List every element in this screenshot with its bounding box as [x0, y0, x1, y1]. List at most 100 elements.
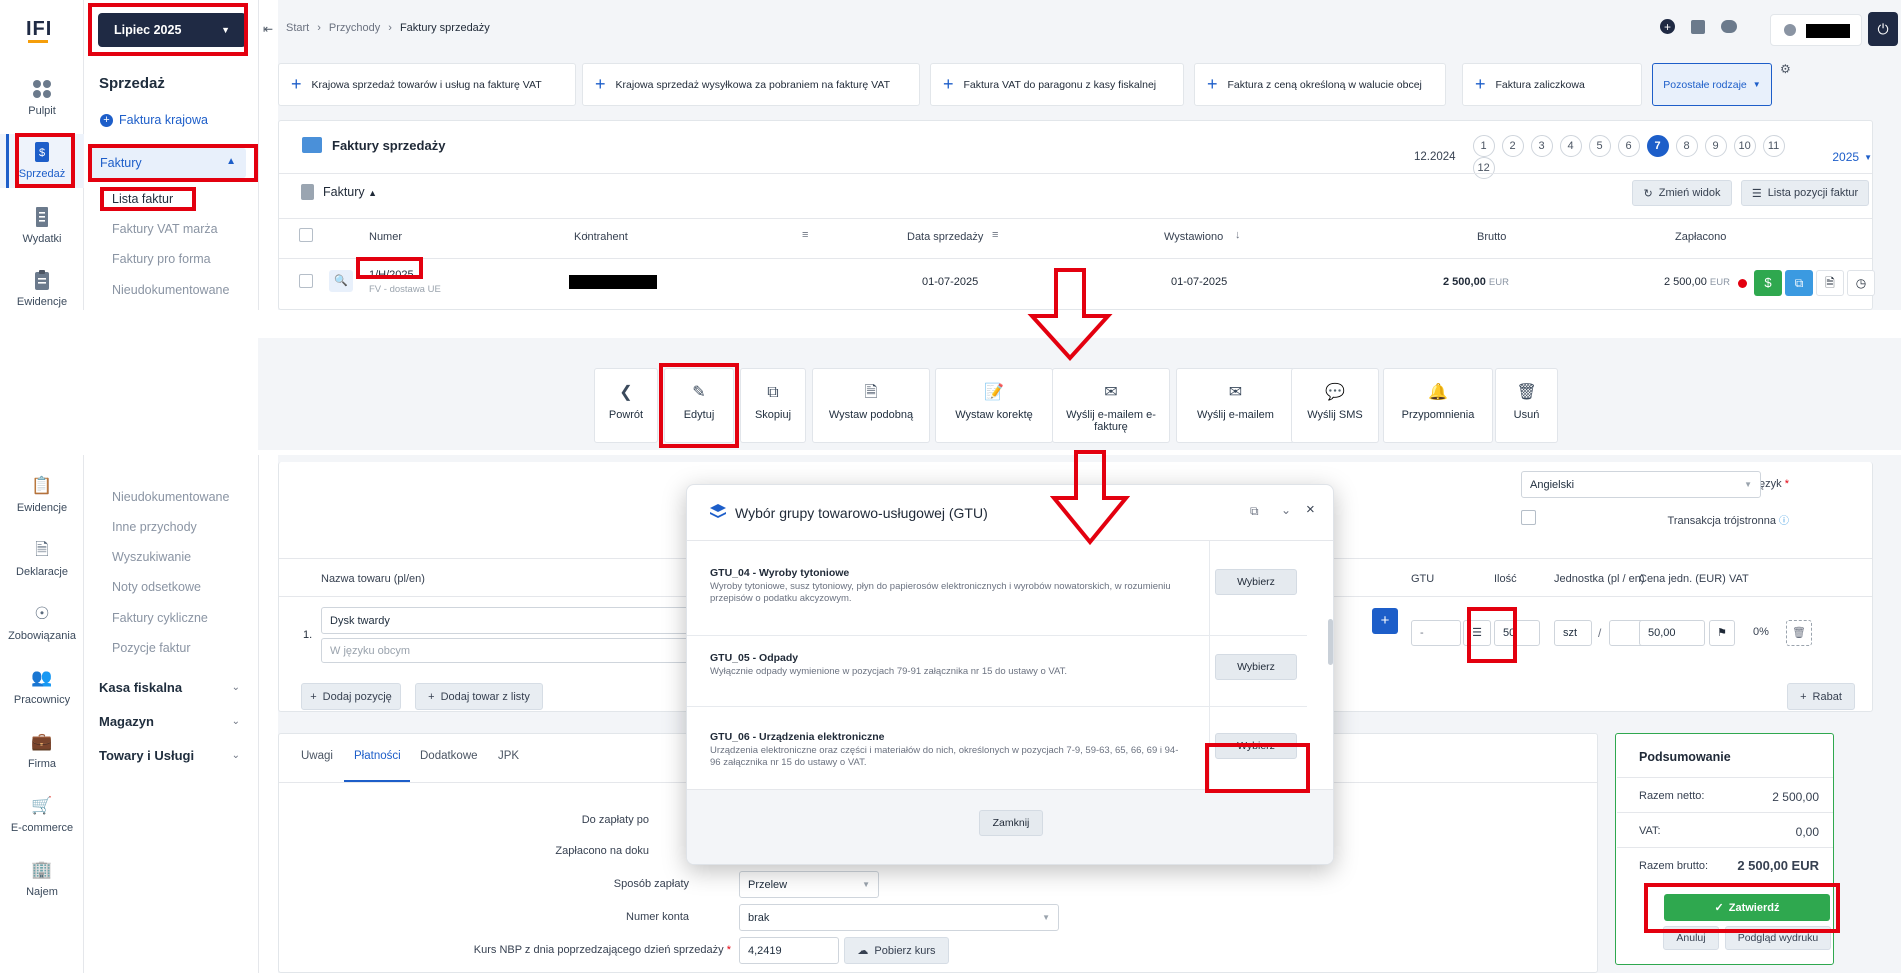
close-icon[interactable]: × — [1306, 501, 1315, 518]
action-bell-button[interactable]: 🔔 Przypomnienia — [1383, 368, 1493, 443]
chevron-down-icon[interactable]: ⌄ — [1281, 503, 1291, 517]
gtu-select[interactable]: - — [1411, 620, 1461, 646]
price-input[interactable]: 50,00 — [1639, 620, 1705, 646]
quick-add-button[interactable]: + Faktura z ceną określoną w walucie obce… — [1194, 63, 1446, 106]
month-page-1[interactable]: 1 — [1472, 135, 1495, 157]
collapse-sidebar-icon[interactable]: ⇤ — [263, 22, 273, 36]
select-all-checkbox[interactable] — [299, 228, 313, 242]
menu-item-lista-faktur[interactable]: Lista faktur — [112, 192, 173, 206]
unit-input[interactable]: szt — [1554, 620, 1592, 646]
menu-section-faktury[interactable]: Faktury ▲ — [90, 148, 246, 178]
filter-icon[interactable]: ≡ — [802, 229, 808, 241]
gtu-list-button[interactable]: ☰ — [1463, 620, 1491, 646]
preview-search-icon[interactable]: 🔍 — [329, 270, 353, 292]
language-select[interactable]: Angielski ▼ — [1521, 471, 1761, 498]
discount-button[interactable]: + Rabat — [1787, 683, 1855, 710]
add-from-list-button[interactable]: + Dodaj towar z listy — [415, 683, 543, 710]
fetch-rate-button[interactable]: ☁ Pobierz kurs — [844, 937, 949, 964]
invoice-number[interactable]: 1/H/2025 — [369, 269, 414, 281]
sort-arrow-icon[interactable]: ↓ — [1235, 229, 1241, 241]
add-position-button[interactable]: + Dodaj pozycję — [301, 683, 401, 710]
triangular-checkbox[interactable] — [1521, 510, 1536, 525]
breadcrumb-przychody[interactable]: Przychody — [329, 22, 380, 34]
menu-item-pozycje-faktur[interactable]: Pozycje faktur — [112, 641, 191, 655]
clock-icon[interactable]: ◷ — [1847, 270, 1875, 296]
row-checkbox[interactable] — [299, 274, 313, 288]
qty-input[interactable]: 50 — [1494, 620, 1540, 646]
scrollbar-thumb[interactable] — [1328, 619, 1333, 665]
th-wystawiono[interactable]: Wystawiono — [1164, 231, 1223, 243]
power-button[interactable]: ⏻ — [1868, 12, 1898, 46]
month-page-12[interactable]: 12 — [1472, 157, 1495, 179]
month-selector[interactable]: Lipiec 2025 ▼ — [98, 13, 246, 47]
rail-item-pracownicy[interactable]: 👥 Pracownicy — [0, 667, 84, 706]
menu-item-wyszukiwanie[interactable]: Wyszukiwanie — [112, 550, 191, 564]
delete-item-trash-icon[interactable]: 🗑 — [1786, 620, 1812, 646]
menu-group-magazyn[interactable]: Magazyn — [99, 714, 154, 729]
vat-value[interactable]: 0% — [1753, 626, 1769, 638]
menu-item-noty-odsetkowe[interactable]: Noty odsetkowe — [112, 580, 201, 594]
change-view-button[interactable]: ↻ Zmień widok — [1632, 180, 1732, 206]
prev-period[interactable]: 12.2024 — [1414, 151, 1456, 163]
menu-group-kasa[interactable]: Kasa fiskalna — [99, 680, 182, 695]
add-invoice-link[interactable]: + Faktura krajowa — [100, 113, 208, 127]
item-foreign-name-input[interactable]: W języku obcym — [321, 638, 721, 663]
confirm-button[interactable]: ✓ Zatwierdź — [1664, 894, 1830, 921]
other-types-dropdown[interactable]: Pozostałe rodzaje ▼ — [1652, 63, 1772, 106]
payment-method-select[interactable]: Przelew ▼ — [739, 871, 879, 898]
item-name-input[interactable]: Dysk twardy — [321, 607, 721, 634]
add-circle-icon[interactable]: + — [1660, 19, 1675, 34]
month-page-4[interactable]: 4 — [1559, 135, 1582, 157]
action-chevron-left-button[interactable]: ❮ Powrót — [594, 368, 658, 443]
action-copy-button[interactable]: ⧉ Skopiuj — [740, 368, 806, 443]
month-page-11[interactable]: 11 — [1762, 135, 1785, 157]
menu-group-towary[interactable]: Towary i Usługi — [99, 748, 194, 763]
menu-item-nieudokumentowane[interactable]: Nieudokumentowane — [112, 490, 229, 504]
action-file-plus-button[interactable]: 🗎 Wystaw podobną — [812, 368, 930, 443]
rail-item-firma[interactable]: 💼 Firma — [0, 731, 84, 770]
th-numer[interactable]: Numer — [369, 231, 402, 243]
add-item-plus-button[interactable]: + — [1372, 608, 1398, 634]
settings-gear-icon[interactable]: ⚙ — [1780, 62, 1791, 76]
filter-icon[interactable]: ≡ — [992, 229, 998, 241]
select-gtu-06-button[interactable]: Wybierz — [1215, 733, 1297, 759]
positions-list-button[interactable]: ☰ Lista pozycji faktur — [1741, 180, 1869, 206]
chat-icon[interactable] — [1721, 20, 1737, 33]
month-page-2[interactable]: 2 — [1501, 135, 1524, 157]
quick-add-button[interactable]: + Krajowa sprzedaż wysyłkowa za pobraniem… — [582, 63, 920, 106]
payment-dollar-button[interactable]: $ — [1754, 270, 1782, 296]
action-envelope-button[interactable]: ✉ Wyślij e-mailem e-fakturę — [1052, 368, 1170, 443]
copy-window-icon[interactable]: ⧉ — [1250, 504, 1259, 519]
cancel-button[interactable]: Anuluj — [1663, 926, 1719, 950]
gtu-list[interactable]: GTU_04 - Wyroby tytoniowe Wyroby tytonio… — [687, 541, 1333, 789]
tab-dodatkowe[interactable]: Dodatkowe — [420, 750, 478, 762]
quick-add-button[interactable]: + Faktura VAT do paragonu z kasy fiskalne… — [930, 63, 1184, 106]
select-gtu-05-button[interactable]: Wybierz — [1215, 654, 1297, 680]
rail-item-najem[interactable]: 🏢 Najem — [0, 859, 84, 898]
year-selector[interactable]: 2025 — [1832, 150, 1859, 164]
action-file-edit-button[interactable]: 📝 Wystaw korektę — [935, 368, 1053, 443]
month-page-3[interactable]: 3 — [1530, 135, 1553, 157]
print-pdf-button[interactable]: 🗎 — [1816, 270, 1844, 296]
tab-jpk[interactable]: JPK — [498, 750, 519, 762]
tab-platnosci[interactable]: Płatności — [354, 750, 401, 762]
menu-item-vat-marza[interactable]: Faktury VAT marża — [112, 222, 218, 236]
month-page-6[interactable]: 6 — [1617, 135, 1640, 157]
month-page-9[interactable]: 9 — [1704, 135, 1727, 157]
menu-item-inne-przychody[interactable]: Inne przychody — [112, 520, 197, 534]
sub-title[interactable]: Faktury ▲ — [323, 185, 377, 199]
th-data-sprzedazy[interactable]: Data sprzedaży — [907, 231, 983, 243]
quick-add-button[interactable]: + Faktura zaliczkowa — [1462, 63, 1642, 106]
th-kontrahent[interactable]: Kontrahent — [574, 231, 628, 243]
menu-item-faktury-cykliczne[interactable]: Faktury cykliczne — [112, 611, 208, 625]
price-tag-icon[interactable]: ⚑ — [1709, 620, 1735, 646]
action-edit-button[interactable]: ✎ Edytuj — [664, 368, 734, 443]
close-modal-button[interactable]: Zamknij — [979, 810, 1043, 836]
quick-add-button[interactable]: + Krajowa sprzedaż towarów i usług na fak… — [278, 63, 576, 106]
rail-item-pulpit[interactable]: Pulpit — [0, 78, 84, 117]
rail-item-ewidencje[interactable]: Ewidencje — [0, 269, 84, 308]
rail-item-wydatki[interactable]: Wydatki — [0, 206, 84, 245]
user-menu[interactable] — [1770, 14, 1862, 46]
menu-item-pro-forma[interactable]: Faktury pro forma — [112, 252, 211, 266]
action-trash-button[interactable]: 🗑 Usuń — [1495, 368, 1558, 443]
